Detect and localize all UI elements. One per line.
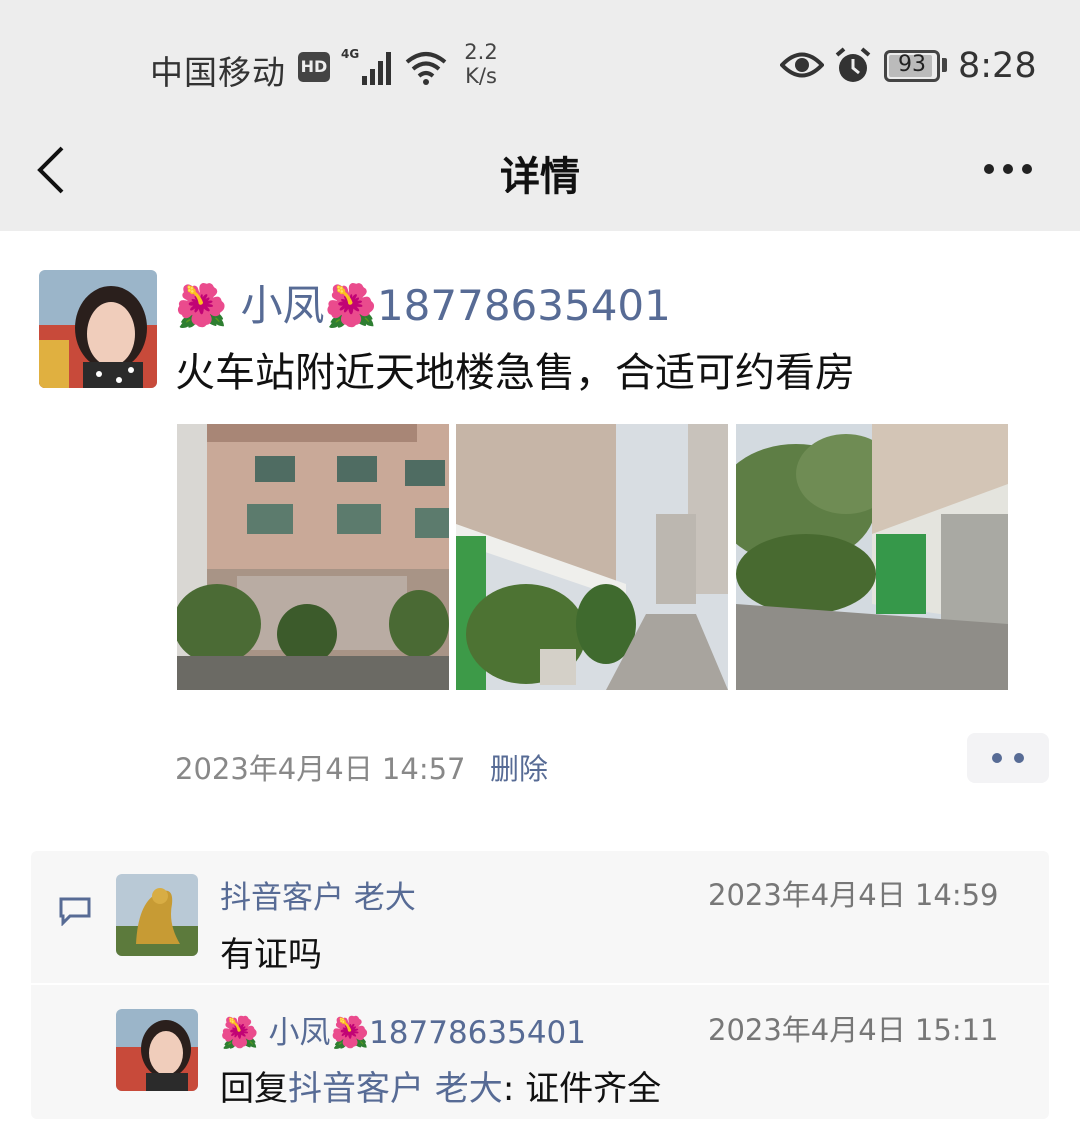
- post-text: 火车站附近天地楼急售，合适可约看房: [175, 350, 855, 396]
- wifi-icon: [405, 52, 447, 85]
- clock: 8:28: [958, 46, 1037, 86]
- alarm-icon: [835, 47, 871, 82]
- more-dots-icon[interactable]: [976, 156, 1040, 184]
- photo-alley[interactable]: [456, 424, 728, 690]
- delete-button[interactable]: 删除: [490, 746, 548, 788]
- photo-courtyard[interactable]: [736, 424, 1008, 690]
- author-avatar[interactable]: [39, 270, 157, 388]
- post-author-name[interactable]: 🌺 小凤🌺18778635401: [175, 272, 671, 333]
- reply-time: 2023年4月4日 15:11: [708, 1013, 999, 1047]
- reply-prefix: 回复: [220, 1069, 288, 1109]
- network-type-label: 4G: [341, 47, 359, 61]
- battery-level: 93: [898, 52, 926, 77]
- page-title: 详情: [500, 154, 580, 200]
- hd-badge: HD: [298, 52, 330, 82]
- battery-cap: [942, 58, 947, 72]
- network-speed-value: 2.2: [464, 40, 498, 64]
- reply-body: : 证件齐全: [502, 1069, 662, 1109]
- network-speed-unit: K/s: [465, 64, 497, 88]
- reply-author[interactable]: 🌺 小凤🌺18778635401: [220, 1007, 586, 1052]
- post-actions-button[interactable]: [967, 733, 1049, 783]
- comment-author[interactable]: 抖音客户 老大: [220, 872, 416, 917]
- signal-icon: 4G: [341, 47, 391, 85]
- network-speed: 2.2 K/s: [458, 40, 504, 88]
- battery-indicator: 93: [884, 50, 940, 82]
- post-timestamp: 2023年4月4日 14:57: [175, 752, 466, 786]
- photo-building-front[interactable]: [177, 424, 449, 690]
- comment-icon: [59, 897, 91, 926]
- status-bar: 中国移动 HD 4G 2.2 K/s 93 8:28: [0, 36, 1080, 100]
- reply-text[interactable]: 回复抖音客户 老大: 证件齐全: [220, 1061, 661, 1110]
- eye-icon: [780, 52, 824, 78]
- commenter-avatar[interactable]: [116, 874, 198, 956]
- comment-time: 2023年4月4日 14:59: [708, 878, 999, 912]
- carrier-label: 中国移动: [150, 53, 286, 92]
- comment-text[interactable]: 有证吗: [220, 927, 322, 976]
- comment-divider: [31, 983, 1049, 985]
- reply-author-avatar[interactable]: [116, 1009, 198, 1091]
- reply-to-name[interactable]: 抖音客户 老大: [288, 1069, 503, 1109]
- nav-bar: 详情: [0, 120, 1080, 220]
